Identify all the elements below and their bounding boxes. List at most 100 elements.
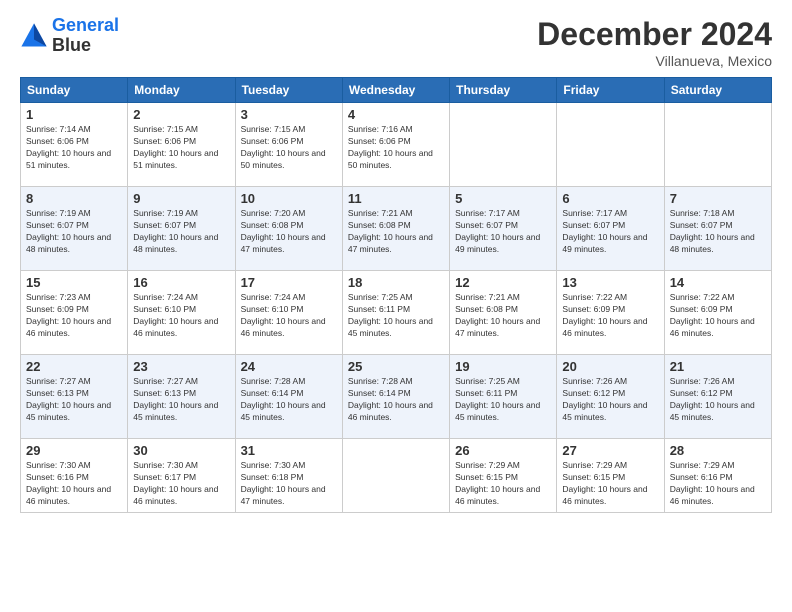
day-info: Sunrise: 7:14 AM Sunset: 6:06 PM Dayligh… — [26, 124, 122, 172]
calendar-cell: 25 Sunrise: 7:28 AM Sunset: 6:14 PM Dayl… — [342, 355, 449, 439]
calendar-cell: 8 Sunrise: 7:19 AM Sunset: 6:07 PM Dayli… — [21, 187, 128, 271]
day-number: 20 — [562, 359, 658, 374]
day-number: 1 — [26, 107, 122, 122]
day-info: Sunrise: 7:26 AM Sunset: 6:12 PM Dayligh… — [670, 376, 766, 424]
calendar-cell — [557, 103, 664, 187]
day-number: 12 — [455, 275, 551, 290]
calendar-cell: 23 Sunrise: 7:27 AM Sunset: 6:13 PM Dayl… — [128, 355, 235, 439]
day-number: 17 — [241, 275, 337, 290]
calendar-cell: 18 Sunrise: 7:25 AM Sunset: 6:11 PM Dayl… — [342, 271, 449, 355]
calendar-cell — [342, 439, 449, 513]
col-sunday: Sunday — [21, 78, 128, 103]
col-saturday: Saturday — [664, 78, 771, 103]
calendar-cell: 24 Sunrise: 7:28 AM Sunset: 6:14 PM Dayl… — [235, 355, 342, 439]
calendar-cell: 3 Sunrise: 7:15 AM Sunset: 6:06 PM Dayli… — [235, 103, 342, 187]
day-info: Sunrise: 7:24 AM Sunset: 6:10 PM Dayligh… — [133, 292, 229, 340]
day-info: Sunrise: 7:18 AM Sunset: 6:07 PM Dayligh… — [670, 208, 766, 256]
day-info: Sunrise: 7:25 AM Sunset: 6:11 PM Dayligh… — [348, 292, 444, 340]
calendar-week-row: 22 Sunrise: 7:27 AM Sunset: 6:13 PM Dayl… — [21, 355, 772, 439]
col-wednesday: Wednesday — [342, 78, 449, 103]
calendar-cell: 21 Sunrise: 7:26 AM Sunset: 6:12 PM Dayl… — [664, 355, 771, 439]
title-block: December 2024 Villanueva, Mexico — [537, 16, 772, 69]
day-info: Sunrise: 7:20 AM Sunset: 6:08 PM Dayligh… — [241, 208, 337, 256]
day-number: 16 — [133, 275, 229, 290]
day-info: Sunrise: 7:28 AM Sunset: 6:14 PM Dayligh… — [348, 376, 444, 424]
day-number: 19 — [455, 359, 551, 374]
day-number: 8 — [26, 191, 122, 206]
calendar-cell — [450, 103, 557, 187]
day-number: 22 — [26, 359, 122, 374]
day-number: 13 — [562, 275, 658, 290]
calendar-cell: 14 Sunrise: 7:22 AM Sunset: 6:09 PM Dayl… — [664, 271, 771, 355]
calendar-cell: 10 Sunrise: 7:20 AM Sunset: 6:08 PM Dayl… — [235, 187, 342, 271]
day-number: 3 — [241, 107, 337, 122]
calendar-cell: 7 Sunrise: 7:18 AM Sunset: 6:07 PM Dayli… — [664, 187, 771, 271]
day-number: 2 — [133, 107, 229, 122]
day-number: 9 — [133, 191, 229, 206]
calendar-cell: 9 Sunrise: 7:19 AM Sunset: 6:07 PM Dayli… — [128, 187, 235, 271]
day-info: Sunrise: 7:27 AM Sunset: 6:13 PM Dayligh… — [26, 376, 122, 424]
day-number: 29 — [26, 443, 122, 458]
calendar-cell: 28 Sunrise: 7:29 AM Sunset: 6:16 PM Dayl… — [664, 439, 771, 513]
day-info: Sunrise: 7:24 AM Sunset: 6:10 PM Dayligh… — [241, 292, 337, 340]
page: General Blue December 2024 Villanueva, M… — [0, 0, 792, 612]
calendar-cell: 13 Sunrise: 7:22 AM Sunset: 6:09 PM Dayl… — [557, 271, 664, 355]
calendar-week-row: 15 Sunrise: 7:23 AM Sunset: 6:09 PM Dayl… — [21, 271, 772, 355]
day-info: Sunrise: 7:29 AM Sunset: 6:16 PM Dayligh… — [670, 460, 766, 508]
calendar-cell: 2 Sunrise: 7:15 AM Sunset: 6:06 PM Dayli… — [128, 103, 235, 187]
day-number: 4 — [348, 107, 444, 122]
calendar-cell: 1 Sunrise: 7:14 AM Sunset: 6:06 PM Dayli… — [21, 103, 128, 187]
day-number: 14 — [670, 275, 766, 290]
col-thursday: Thursday — [450, 78, 557, 103]
day-info: Sunrise: 7:17 AM Sunset: 6:07 PM Dayligh… — [455, 208, 551, 256]
calendar-week-row: 8 Sunrise: 7:19 AM Sunset: 6:07 PM Dayli… — [21, 187, 772, 271]
header: General Blue December 2024 Villanueva, M… — [20, 16, 772, 69]
calendar-cell: 5 Sunrise: 7:17 AM Sunset: 6:07 PM Dayli… — [450, 187, 557, 271]
calendar-cell — [664, 103, 771, 187]
calendar-cell: 15 Sunrise: 7:23 AM Sunset: 6:09 PM Dayl… — [21, 271, 128, 355]
day-info: Sunrise: 7:19 AM Sunset: 6:07 PM Dayligh… — [26, 208, 122, 256]
day-info: Sunrise: 7:25 AM Sunset: 6:11 PM Dayligh… — [455, 376, 551, 424]
day-info: Sunrise: 7:17 AM Sunset: 6:07 PM Dayligh… — [562, 208, 658, 256]
calendar-cell: 27 Sunrise: 7:29 AM Sunset: 6:15 PM Dayl… — [557, 439, 664, 513]
day-number: 6 — [562, 191, 658, 206]
day-number: 5 — [455, 191, 551, 206]
calendar-cell: 4 Sunrise: 7:16 AM Sunset: 6:06 PM Dayli… — [342, 103, 449, 187]
calendar-cell: 20 Sunrise: 7:26 AM Sunset: 6:12 PM Dayl… — [557, 355, 664, 439]
day-number: 7 — [670, 191, 766, 206]
calendar-cell: 22 Sunrise: 7:27 AM Sunset: 6:13 PM Dayl… — [21, 355, 128, 439]
day-info: Sunrise: 7:23 AM Sunset: 6:09 PM Dayligh… — [26, 292, 122, 340]
day-number: 15 — [26, 275, 122, 290]
col-monday: Monday — [128, 78, 235, 103]
calendar-cell: 17 Sunrise: 7:24 AM Sunset: 6:10 PM Dayl… — [235, 271, 342, 355]
location: Villanueva, Mexico — [537, 53, 772, 69]
day-number: 18 — [348, 275, 444, 290]
day-info: Sunrise: 7:26 AM Sunset: 6:12 PM Dayligh… — [562, 376, 658, 424]
calendar-cell: 6 Sunrise: 7:17 AM Sunset: 6:07 PM Dayli… — [557, 187, 664, 271]
day-number: 28 — [670, 443, 766, 458]
day-number: 30 — [133, 443, 229, 458]
month-title: December 2024 — [537, 16, 772, 53]
calendar-cell: 26 Sunrise: 7:29 AM Sunset: 6:15 PM Dayl… — [450, 439, 557, 513]
day-info: Sunrise: 7:30 AM Sunset: 6:17 PM Dayligh… — [133, 460, 229, 508]
calendar-cell: 12 Sunrise: 7:21 AM Sunset: 6:08 PM Dayl… — [450, 271, 557, 355]
logo-text: General Blue — [52, 16, 119, 56]
logo: General Blue — [20, 16, 119, 56]
day-number: 11 — [348, 191, 444, 206]
calendar-cell: 16 Sunrise: 7:24 AM Sunset: 6:10 PM Dayl… — [128, 271, 235, 355]
day-info: Sunrise: 7:15 AM Sunset: 6:06 PM Dayligh… — [241, 124, 337, 172]
calendar-week-row: 29 Sunrise: 7:30 AM Sunset: 6:16 PM Dayl… — [21, 439, 772, 513]
day-number: 23 — [133, 359, 229, 374]
day-number: 26 — [455, 443, 551, 458]
day-info: Sunrise: 7:21 AM Sunset: 6:08 PM Dayligh… — [348, 208, 444, 256]
calendar-cell: 30 Sunrise: 7:30 AM Sunset: 6:17 PM Dayl… — [128, 439, 235, 513]
calendar-table: Sunday Monday Tuesday Wednesday Thursday… — [20, 77, 772, 513]
day-number: 31 — [241, 443, 337, 458]
day-info: Sunrise: 7:27 AM Sunset: 6:13 PM Dayligh… — [133, 376, 229, 424]
col-tuesday: Tuesday — [235, 78, 342, 103]
day-info: Sunrise: 7:19 AM Sunset: 6:07 PM Dayligh… — [133, 208, 229, 256]
calendar-week-row: 1 Sunrise: 7:14 AM Sunset: 6:06 PM Dayli… — [21, 103, 772, 187]
day-info: Sunrise: 7:16 AM Sunset: 6:06 PM Dayligh… — [348, 124, 444, 172]
day-info: Sunrise: 7:15 AM Sunset: 6:06 PM Dayligh… — [133, 124, 229, 172]
day-info: Sunrise: 7:29 AM Sunset: 6:15 PM Dayligh… — [562, 460, 658, 508]
